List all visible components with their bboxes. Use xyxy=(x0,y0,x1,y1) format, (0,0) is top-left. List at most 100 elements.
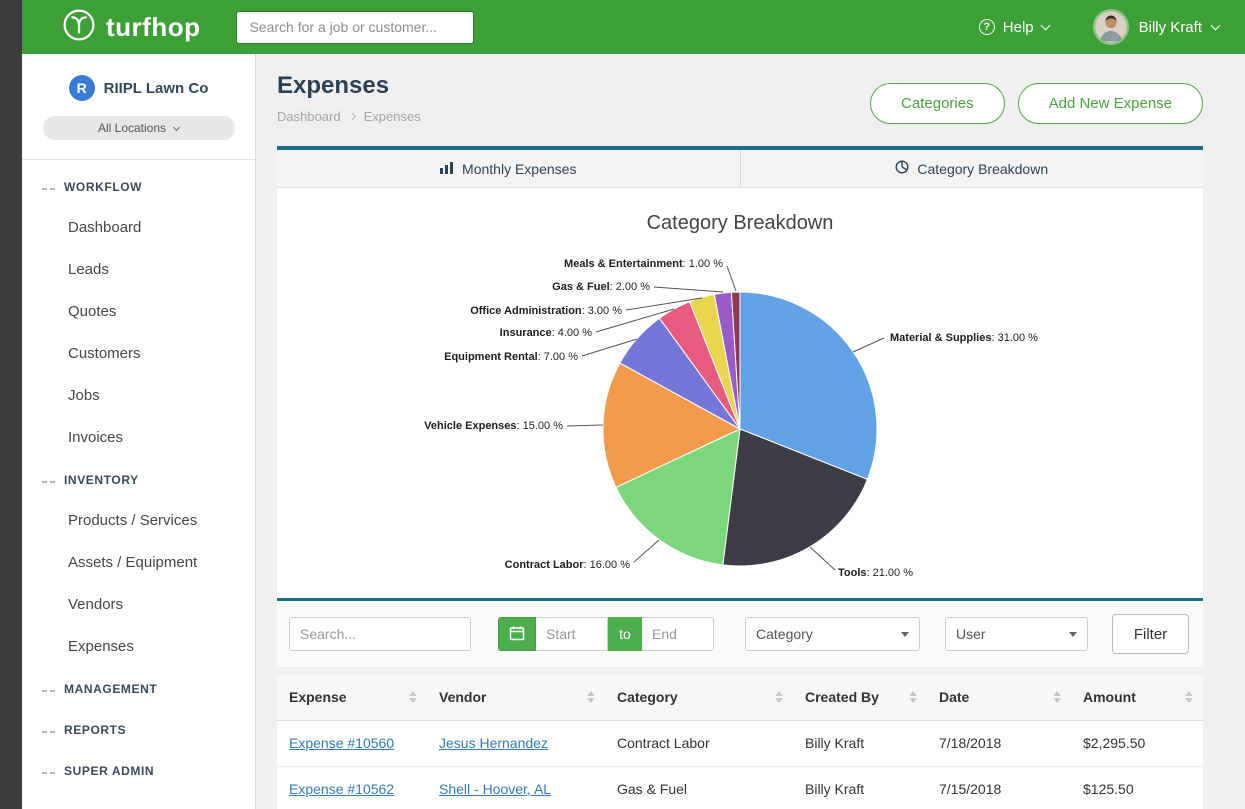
sort-icon[interactable] xyxy=(409,691,417,703)
company-row: R RIIPL Lawn Co xyxy=(22,54,255,101)
page-header: Expenses Dashboard Expenses Categories A… xyxy=(277,72,1203,124)
date-end-input[interactable] xyxy=(642,617,714,651)
column-header-vendor[interactable]: Vendor xyxy=(427,675,605,720)
locations-label: All Locations xyxy=(98,121,166,135)
user-dropdown-value: User xyxy=(956,626,986,642)
filter-button[interactable]: Filter xyxy=(1112,614,1189,654)
expense-table: ExpenseVendor Category Created By Date Amoun… xyxy=(277,675,1203,809)
sidebar-item-products-services[interactable]: Products / Services xyxy=(22,500,255,542)
sidebar-section-management[interactable]: MANAGEMENT xyxy=(22,668,255,709)
sidebar-item-dashboard[interactable]: Dashboard xyxy=(22,207,255,249)
sidebar-item-customers[interactable]: Customers xyxy=(22,333,255,375)
global-search-input[interactable] xyxy=(236,11,474,44)
brand-logo[interactable]: turfhop xyxy=(62,8,200,47)
sidebar-divider xyxy=(22,159,255,160)
date-range-picker: to xyxy=(498,617,714,651)
vendor-link[interactable]: Jesus Hernandez xyxy=(439,735,548,751)
table-header-row: ExpenseVendor Category Created By Date Amoun… xyxy=(277,675,1203,720)
cell-date: 7/15/2018 xyxy=(927,766,1071,809)
table-search-input[interactable] xyxy=(289,617,471,651)
main-content: Expenses Dashboard Expenses Categories A… xyxy=(256,54,1245,809)
category-dropdown[interactable]: Category xyxy=(745,617,920,651)
sidebar-item-leads[interactable]: Leads xyxy=(22,249,255,291)
sidebar-section-super-admin[interactable]: SUPER ADMIN xyxy=(22,750,255,791)
breadcrumb-current: Expenses xyxy=(364,109,421,124)
column-header-date[interactable]: Date xyxy=(927,675,1071,720)
pie-chart-card: Category Breakdown Material & Supplies: … xyxy=(277,188,1203,598)
sidebar-item-jobs[interactable]: Jobs xyxy=(22,375,255,417)
pie-callout-line-contract-labor xyxy=(634,540,659,562)
chevron-down-icon[interactable] xyxy=(1211,20,1221,30)
sort-icon[interactable] xyxy=(909,691,917,703)
pie-label-gas-fuel: Gas & Fuel: 2.00 % xyxy=(552,279,650,295)
cell-category: Contract Labor xyxy=(605,720,793,766)
user-avatar[interactable] xyxy=(1093,9,1129,45)
pie-label-insurance: Insurance: 4.00 % xyxy=(500,325,592,341)
calendar-button[interactable] xyxy=(498,617,536,651)
sidebar-item-quotes[interactable]: Quotes xyxy=(22,291,255,333)
tree-branch-icon xyxy=(42,180,55,194)
sort-icon[interactable] xyxy=(587,691,595,703)
brand-name: turfhop xyxy=(106,12,200,43)
column-header-label: Category xyxy=(617,689,678,705)
sidebar-section-inventory[interactable]: INVENTORY xyxy=(22,459,255,500)
pie-label-office-administration: Office Administration: 3.00 % xyxy=(470,303,622,319)
sidebar-section-workflow[interactable]: WORKFLOW xyxy=(22,166,255,207)
breadcrumb-link-dashboard[interactable]: Dashboard xyxy=(277,109,341,124)
sidebar-section-reports[interactable]: REPORTS xyxy=(22,709,255,750)
pie-callout-line-gas-fuel xyxy=(654,287,723,292)
sort-icon[interactable] xyxy=(1185,691,1193,703)
pie-svg xyxy=(277,239,1203,589)
column-header-amount[interactable]: Amount xyxy=(1071,675,1203,720)
help-menu[interactable]: ? Help xyxy=(979,19,1049,36)
tab-monthly-expenses[interactable]: Monthly Expenses xyxy=(277,150,740,187)
breadcrumb: Dashboard Expenses xyxy=(277,109,421,124)
sidebar-item-expenses[interactable]: Expenses xyxy=(22,626,255,668)
sort-icon[interactable] xyxy=(1053,691,1061,703)
sidebar-item-vendors[interactable]: Vendors xyxy=(22,584,255,626)
sidebar: R RIIPL Lawn Co All Locations WORKFLOWDa… xyxy=(22,54,256,809)
sort-icon[interactable] xyxy=(775,691,783,703)
cell-created-by: Billy Kraft xyxy=(793,720,927,766)
expense-table-panel: ExpenseVendor Category Created By Date Amoun… xyxy=(277,675,1203,809)
sidebar-item-assets-equipment[interactable]: Assets / Equipment xyxy=(22,542,255,584)
dropdown-arrow-icon xyxy=(901,632,909,637)
tab-category-breakdown[interactable]: Category Breakdown xyxy=(740,150,1204,187)
topbar: turfhop ? Help Billy Kraft xyxy=(22,0,1245,54)
date-start-input[interactable] xyxy=(536,617,608,651)
user-name[interactable]: Billy Kraft xyxy=(1139,19,1202,36)
turfhop-logo-icon xyxy=(62,8,96,47)
filters-bar: to Category User Filter xyxy=(277,601,1203,667)
sidebar-section-label: MANAGEMENT xyxy=(64,682,157,696)
chart-title: Category Breakdown xyxy=(277,188,1203,235)
calendar-icon xyxy=(509,625,525,644)
locations-selector[interactable]: All Locations xyxy=(43,116,235,140)
cell-expense: Expense #10560 xyxy=(277,720,427,766)
column-header-label: Created By xyxy=(805,689,879,705)
pie-label-material-supplies: Material & Supplies: 31.00 % xyxy=(890,330,1038,346)
cell-created-by: Billy Kraft xyxy=(793,766,927,809)
expense-link[interactable]: Expense #10560 xyxy=(289,735,394,751)
add-new-expense-button[interactable]: Add New Expense xyxy=(1018,83,1203,124)
sidebar-item-invoices[interactable]: Invoices xyxy=(22,417,255,459)
column-header-expense[interactable]: Expense xyxy=(277,675,427,720)
column-header-created-by[interactable]: Created By xyxy=(793,675,927,720)
cell-date: 7/18/2018 xyxy=(927,720,1071,766)
sidebar-nav: WORKFLOWDashboardLeadsQuotesCustomersJob… xyxy=(22,166,255,791)
help-icon: ? xyxy=(979,19,995,35)
column-header-category[interactable]: Category xyxy=(605,675,793,720)
vendor-link[interactable]: Shell - Hoover, AL xyxy=(439,781,551,797)
table-body: Expense #10560 Jesus Hernandez Contract La… xyxy=(277,720,1203,809)
categories-button[interactable]: Categories xyxy=(870,83,1005,124)
pie-callout-line-material-supplies xyxy=(853,338,884,352)
tree-branch-icon xyxy=(42,764,55,778)
tree-branch-icon xyxy=(42,723,55,737)
user-dropdown[interactable]: User xyxy=(945,617,1088,651)
pie-label-meals-entertainment: Meals & Entertainment: 1.00 % xyxy=(564,256,723,272)
bar-chart-icon xyxy=(440,161,454,177)
chart-tabs: Monthly Expenses Category Breakdown xyxy=(277,146,1203,188)
expense-link[interactable]: Expense #10562 xyxy=(289,781,394,797)
sidebar-section-label: INVENTORY xyxy=(64,473,139,487)
dropdown-arrow-icon xyxy=(1069,632,1077,637)
column-header-label: Amount xyxy=(1083,689,1136,705)
